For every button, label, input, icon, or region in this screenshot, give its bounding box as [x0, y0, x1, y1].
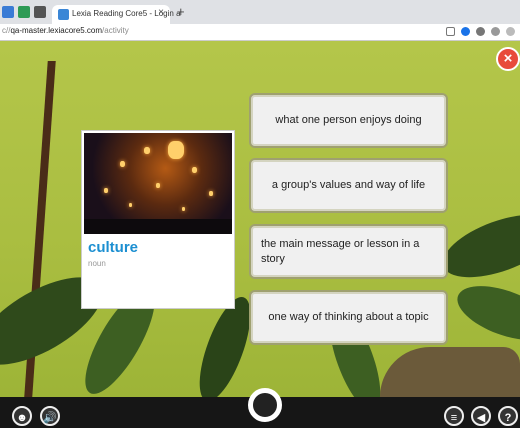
extension-icon[interactable]: [491, 27, 500, 36]
activity-area: × culture noun what one person enjoys do…: [0, 41, 520, 397]
leaf-shape: [450, 275, 520, 351]
bookmark-star-icon[interactable]: [446, 27, 455, 36]
extension-icon[interactable]: [476, 27, 485, 36]
answer-choice-3[interactable]: the main message or lesson in a story: [249, 224, 448, 279]
lantern-shape: [182, 207, 185, 211]
progress-ring: [248, 388, 282, 422]
lantern-shape: [120, 161, 125, 167]
lantern-shape: [168, 141, 184, 159]
lantern-shape: [104, 188, 108, 193]
part-of-speech: noun: [88, 259, 106, 268]
answer-choice-2[interactable]: a group's values and way of life: [249, 158, 448, 213]
address-bar[interactable]: c//qa-master.lexiacore5.com/activity: [0, 24, 520, 41]
lantern-shape: [129, 203, 132, 207]
speaker-icon[interactable]: 🔊: [40, 406, 60, 426]
pinned-tab-icon[interactable]: [34, 6, 46, 18]
crowd-silhouette: [84, 219, 232, 234]
lantern-shape: [144, 147, 150, 154]
person-icon[interactable]: ☻: [12, 406, 32, 426]
replay-icon[interactable]: ◀: [471, 406, 491, 426]
lexia-favicon-icon: [58, 9, 69, 20]
sky-lanterns-photo: [84, 133, 232, 234]
pinned-tab-icon[interactable]: [18, 6, 30, 18]
browser-tab-bar: Lexia Reading Core5 - Login a × +: [0, 0, 520, 24]
tab-title: Lexia Reading Core5 - Login a: [72, 9, 181, 18]
answer-choice-1[interactable]: what one person enjoys doing: [249, 93, 448, 148]
browser-tab-active[interactable]: Lexia Reading Core5 - Login a ×: [52, 5, 181, 24]
lantern-shape: [192, 167, 197, 173]
extension-icon[interactable]: [461, 27, 470, 36]
tab-close-icon[interactable]: ×: [158, 7, 164, 18]
rock-formation: [380, 347, 520, 397]
lantern-shape: [156, 183, 160, 188]
help-icon[interactable]: ?: [498, 406, 518, 426]
lantern-shape: [209, 191, 213, 196]
vocabulary-word: culture: [88, 239, 139, 256]
books-icon[interactable]: ≡: [444, 406, 464, 426]
answer-choice-4[interactable]: one way of thinking about a topic: [249, 290, 448, 345]
vocabulary-card: culture noun: [81, 130, 235, 309]
close-activity-button[interactable]: ×: [496, 47, 520, 71]
extension-icon[interactable]: [506, 27, 515, 36]
pinned-tab-icon[interactable]: [2, 6, 14, 18]
url-text[interactable]: c//qa-master.lexiacore5.com/activity: [2, 26, 129, 35]
new-tab-button[interactable]: +: [177, 4, 185, 19]
